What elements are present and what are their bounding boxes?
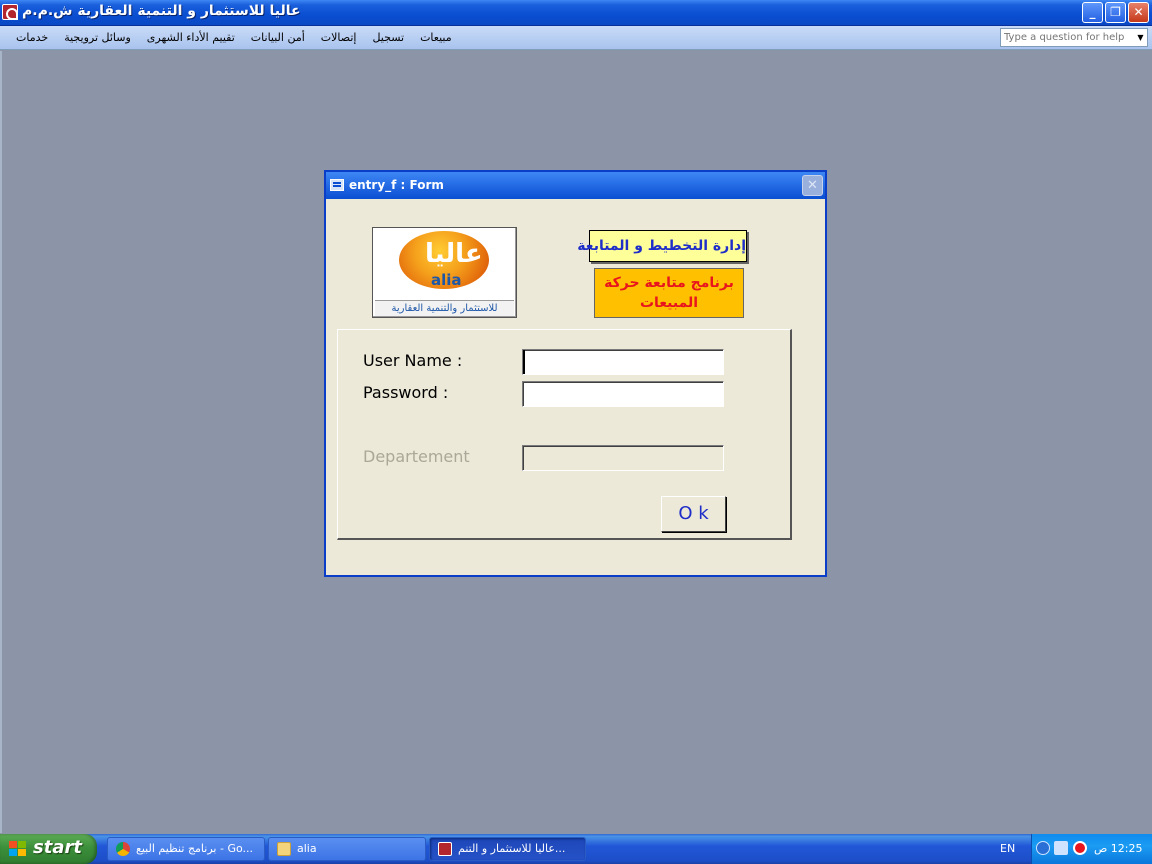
taskbar-item-access[interactable]: عاليا للاستثمار و التنم...: [429, 837, 586, 861]
logo-english-text: alia: [431, 271, 462, 289]
taskbar-item-folder[interactable]: alia: [268, 837, 426, 861]
taskbar-item-label: alia: [297, 842, 317, 855]
menu-items: مبيعات تسجيل إتصالات أمن البيانات تقييم …: [8, 26, 460, 50]
network-icon[interactable]: [1054, 841, 1068, 855]
taskbar-item-chrome[interactable]: برنامج تنظيم البيع - Go...: [107, 837, 265, 861]
department-banner: إدارة التخطيط و المتابعة: [577, 230, 747, 262]
user-name-label: User Name :: [363, 351, 463, 370]
department-field: [522, 445, 724, 471]
password-input[interactable]: [523, 382, 723, 406]
company-logo: عاليا alia للاستثمار والتنمية العقارية: [372, 227, 517, 318]
chevron-down-icon[interactable]: ▼: [1134, 29, 1147, 46]
clock: 12:25 ص: [1094, 842, 1143, 855]
minimize-button[interactable]: _: [1082, 2, 1103, 23]
dialog-title-bar[interactable]: entry_f : Form ✕: [326, 172, 825, 199]
access-icon: [438, 842, 452, 856]
help-question-box[interactable]: ▼: [1000, 28, 1148, 47]
password-field[interactable]: [522, 381, 724, 407]
entry-form-dialog: entry_f : Form ✕ عاليا alia للاستثمار وا…: [324, 170, 827, 577]
system-tray: 12:25 ص: [1031, 834, 1152, 864]
menu-item-promotional-means[interactable]: وسائل ترويجية: [56, 26, 139, 50]
app-title: عاليا للاستثمار و التنمية العقارية ش.م.م: [22, 3, 301, 19]
program-banner: برنامج متابعة حركة المبيعات: [594, 268, 744, 318]
menu-bar: مبيعات تسجيل إتصالات أمن البيانات تقييم …: [0, 26, 1152, 50]
antivirus-icon[interactable]: [1073, 841, 1087, 855]
taskbar-item-label: برنامج تنظيم البيع - Go...: [136, 842, 253, 855]
login-panel: User Name : Password : Departement O k: [337, 329, 792, 540]
taskbar: start برنامج تنظيم البيع - Go... alia عا…: [0, 834, 1152, 864]
menu-item-registration[interactable]: تسجيل: [364, 26, 412, 50]
restore-button[interactable]: ❐: [1105, 2, 1126, 23]
dialog-caption: entry_f : Form: [349, 178, 444, 192]
department-label: Departement: [363, 447, 470, 466]
chrome-icon: [116, 842, 130, 856]
form-icon: [330, 179, 344, 191]
help-question-input[interactable]: [1001, 29, 1135, 46]
windows-logo-icon: [9, 841, 27, 857]
menu-item-communications[interactable]: إتصالات: [313, 26, 365, 50]
close-button[interactable]: ✕: [1128, 2, 1149, 23]
menu-item-monthly-performance[interactable]: تقييم الأداء الشهرى: [139, 26, 243, 50]
app-title-bar[interactable]: عاليا للاستثمار و التنمية العقارية ش.م.م…: [0, 0, 1152, 26]
password-label: Password :: [363, 383, 449, 402]
chevron-left-icon[interactable]: [1036, 841, 1050, 855]
access-app-icon[interactable]: [2, 4, 18, 20]
language-indicator[interactable]: EN: [1000, 842, 1015, 855]
department-input: [523, 446, 723, 470]
folder-icon: [277, 842, 291, 856]
logo-tagline: للاستثمار والتنمية العقارية: [375, 300, 514, 316]
menu-item-data-security[interactable]: أمن البيانات: [243, 26, 313, 50]
logo-arabic-text: عاليا: [425, 239, 483, 269]
ok-button[interactable]: O k: [661, 496, 726, 532]
start-label: start: [33, 837, 82, 858]
menu-item-sales[interactable]: مبيعات: [412, 26, 460, 50]
user-name-input[interactable]: [523, 350, 723, 374]
start-button[interactable]: start: [0, 834, 97, 864]
dialog-close-button[interactable]: ✕: [802, 175, 823, 196]
taskbar-item-label: عاليا للاستثمار و التنم...: [458, 842, 566, 855]
menu-item-services[interactable]: خدمات: [8, 26, 56, 50]
user-name-field[interactable]: [522, 349, 724, 375]
